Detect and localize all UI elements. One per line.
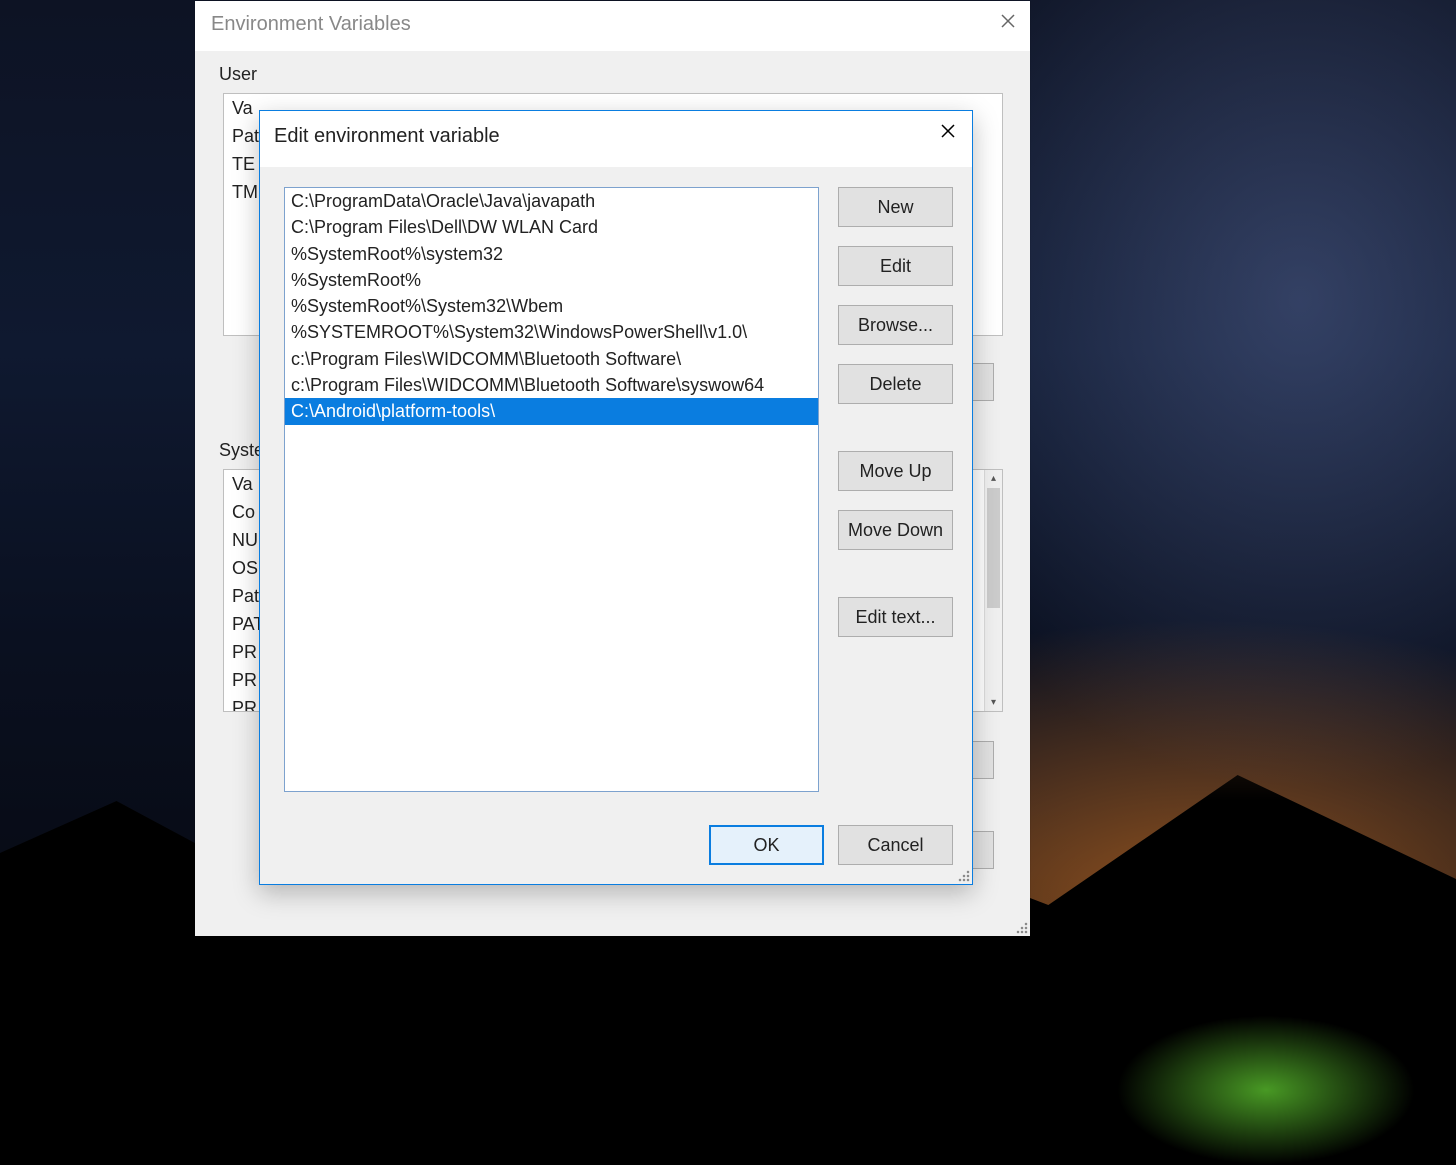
path-row[interactable]: c:\Program Files\WIDCOMM\Bluetooth Softw… — [285, 346, 818, 372]
scroll-up-icon[interactable]: ▴ — [985, 470, 1002, 487]
dialog-body: C:\ProgramData\Oracle\Java\javapathC:\Pr… — [260, 167, 972, 884]
path-row[interactable]: %SystemRoot% — [285, 267, 818, 293]
path-row[interactable]: C:\ProgramData\Oracle\Java\javapath — [285, 188, 818, 214]
edit-environment-variable-dialog: Edit environment variable C:\ProgramData… — [259, 110, 973, 885]
scrollbar[interactable]: ▴ ▾ — [984, 470, 1002, 711]
resize-grip-icon[interactable] — [1012, 918, 1028, 934]
close-icon — [941, 124, 955, 138]
path-row[interactable]: %SystemRoot%\System32\Wbem — [285, 293, 818, 319]
dialog-title: Edit environment variable — [274, 125, 500, 148]
close-icon — [1001, 14, 1015, 28]
close-button[interactable] — [985, 1, 1030, 41]
edit-button[interactable]: Edit — [838, 246, 953, 286]
scroll-down-icon[interactable]: ▾ — [985, 694, 1002, 711]
scroll-thumb[interactable] — [987, 488, 1000, 608]
new-button[interactable]: New — [838, 187, 953, 227]
browse-button[interactable]: Browse... — [838, 305, 953, 345]
path-row[interactable]: %SYSTEMROOT%\System32\WindowsPowerShell\… — [285, 319, 818, 345]
path-row[interactable]: C:\Android\platform-tools\ — [285, 398, 818, 424]
resize-grip-icon[interactable] — [954, 866, 970, 882]
dialog-close-button[interactable] — [924, 111, 972, 151]
ok-button[interactable]: OK — [709, 825, 824, 865]
cancel-button[interactable]: Cancel — [838, 825, 953, 865]
path-list[interactable]: C:\ProgramData\Oracle\Java\javapathC:\Pr… — [284, 187, 819, 792]
path-row[interactable]: c:\Program Files\WIDCOMM\Bluetooth Softw… — [285, 372, 818, 398]
move-down-button[interactable]: Move Down — [838, 510, 953, 550]
user-variables-label: User — [219, 64, 257, 85]
window-title: Environment Variables — [211, 13, 411, 36]
delete-button[interactable]: Delete — [838, 364, 953, 404]
system-variables-label: Syste — [219, 440, 264, 461]
path-row[interactable]: %SystemRoot%\system32 — [285, 241, 818, 267]
move-up-button[interactable]: Move Up — [838, 451, 953, 491]
path-row[interactable]: C:\Program Files\Dell\DW WLAN Card — [285, 214, 818, 240]
edit-text-button[interactable]: Edit text... — [838, 597, 953, 637]
